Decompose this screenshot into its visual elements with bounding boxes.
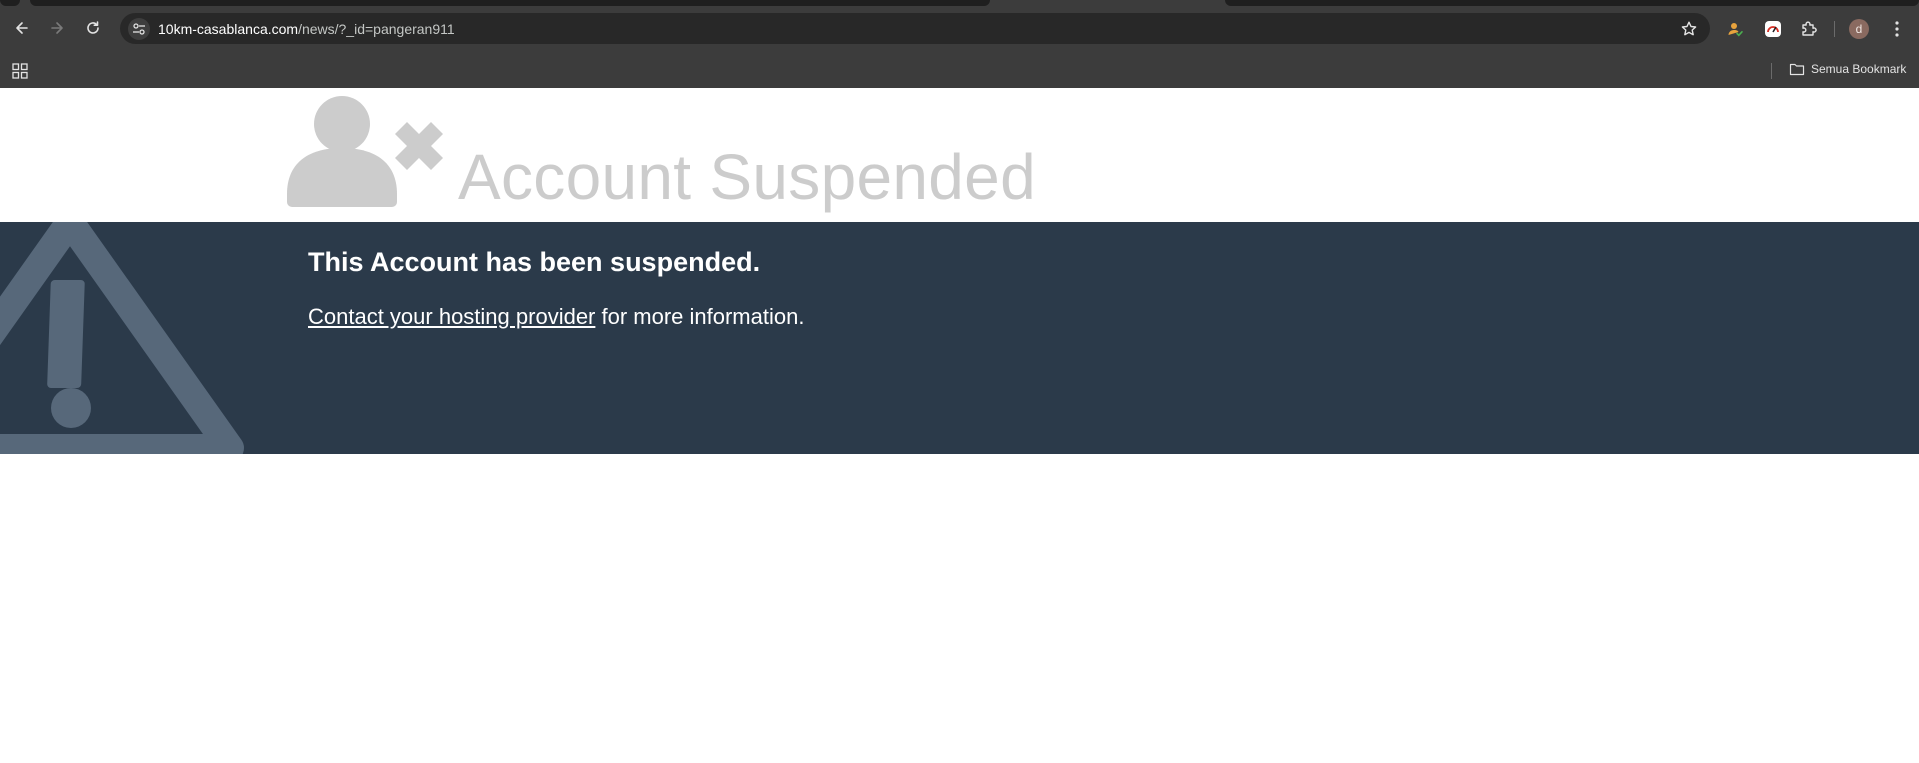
reload-button[interactable] — [81, 16, 105, 40]
suspension-heading: This Account has been suspended. — [308, 247, 761, 277]
back-button[interactable] — [10, 16, 34, 40]
url-path: /news/?_id=pangeran911 — [298, 21, 455, 37]
forward-button[interactable] — [45, 16, 69, 40]
star-icon[interactable] — [1680, 20, 1698, 38]
browser-menu-button[interactable] — [1886, 18, 1908, 40]
arrow-left-icon — [16, 22, 28, 34]
contact-hosting-link[interactable]: Contact your hosting provider — [308, 304, 595, 329]
tune-icon — [133, 23, 145, 35]
reload-icon — [87, 21, 99, 34]
extension-button[interactable] — [1762, 18, 1784, 40]
puzzle-icon — [1802, 21, 1817, 36]
warning-triangle-icon — [0, 222, 244, 454]
site-info-button[interactable] — [128, 18, 150, 40]
toolbar-divider — [1834, 21, 1835, 37]
suspended-header: Account Suspended — [0, 88, 1919, 222]
grid-icon[interactable] — [10, 61, 30, 81]
bookmarks-divider — [1771, 63, 1772, 79]
folder-icon — [1789, 63, 1805, 76]
suspension-banner: This Account has been suspended. Contact… — [0, 222, 1919, 454]
all-bookmarks-label: Semua Bookmark — [1811, 62, 1907, 76]
page-content: Account Suspended This Account has been … — [0, 88, 1919, 763]
suspension-message: Contact your hosting provider for more i… — [308, 304, 804, 330]
all-bookmarks-button[interactable]: Semua Bookmark — [1789, 62, 1906, 76]
user-check-icon — [1728, 23, 1743, 37]
url-text[interactable]: 10km-casablanca.com/news/?_id=pangeran91… — [158, 21, 455, 37]
speedometer-icon — [1765, 21, 1781, 37]
arrow-right-icon — [51, 22, 63, 34]
extension-button[interactable] — [1724, 18, 1746, 40]
url-host: 10km-casablanca.com — [158, 21, 299, 37]
browser-toolbar: 10km-casablanca.com/news/?_id=pangeran91… — [0, 6, 1919, 53]
kebab-menu-icon — [1895, 21, 1899, 37]
bookmarks-bar: Semua Bookmark — [0, 53, 1919, 88]
user-x-icon — [287, 96, 443, 207]
profile-avatar[interactable]: d — [1849, 19, 1869, 39]
extensions-button[interactable] — [1798, 18, 1820, 40]
address-bar[interactable]: 10km-casablanca.com/news/?_id=pangeran91… — [120, 13, 1710, 44]
page-title: Account Suspended — [458, 141, 1036, 213]
suspension-message-suffix: for more information. — [595, 304, 805, 329]
